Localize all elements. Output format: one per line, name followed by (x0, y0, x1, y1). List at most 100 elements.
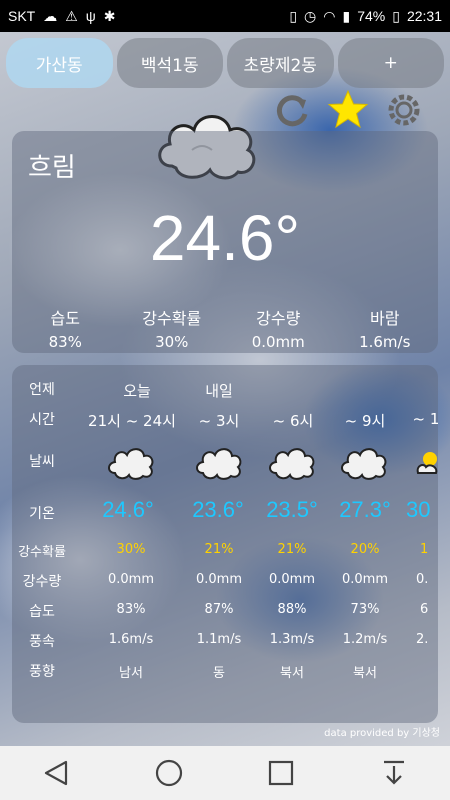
pop-cell: 21% (277, 542, 307, 557)
navigation-bar (0, 746, 450, 800)
wind-speed-cell: 1.1m/s (196, 632, 242, 647)
stat-value: 0.0mm (251, 333, 305, 351)
wind-speed-cell: 1.6m/s (108, 632, 154, 647)
vibrate-icon: ▯ (289, 8, 298, 24)
pop-cell: 1 (420, 542, 429, 557)
time-cell: ~ 1 (412, 410, 438, 428)
tab-location-3[interactable]: 초량제2동 (227, 38, 334, 88)
time-cell: 21시 ~ 24시 (88, 412, 176, 430)
alarm-icon: ◷ (304, 8, 317, 24)
tab-location-1[interactable]: 가산동 (6, 38, 113, 88)
time-cell: ~ 6시 (272, 412, 314, 430)
stat-value: 30% (155, 333, 189, 351)
temp-cell: 24.6° (102, 497, 154, 522)
stat-wind: 바람 1.6m/s (332, 305, 439, 351)
recents-icon[interactable] (256, 753, 306, 793)
battery-icon: ▯ (392, 8, 400, 24)
tab-label: 초량제2동 (243, 55, 317, 76)
pop-cell: 30% (116, 542, 146, 557)
rain-cell: 0. (416, 572, 429, 587)
stat-value: 83% (48, 333, 82, 351)
current-temperature: 24.6° (149, 202, 301, 274)
tab-label: 가산동 (35, 55, 83, 76)
location-tabs: 가산동 백석1동 초량제2동 + (6, 38, 444, 88)
day-header: 내일 (205, 382, 233, 400)
row-label: 강수확률 (18, 545, 66, 560)
temp-cell: 30 (406, 497, 431, 522)
row-label: 풍속 (29, 634, 55, 650)
toolbar (270, 88, 426, 132)
humidity-cell: 6 (420, 602, 429, 617)
pop-cell: 21% (204, 542, 234, 557)
row-label: 시간 (29, 412, 55, 428)
temp-cell: 27.3° (339, 497, 391, 522)
home-icon[interactable] (144, 753, 194, 793)
stat-label: 습도 (50, 309, 80, 328)
forecast-table[interactable]: 언제 오늘 내일 시간 21시 ~ 24시 ~ 3시 ~ 6시 ~ 9시 ~ 1… (12, 365, 438, 723)
add-location-button[interactable]: + (337, 38, 444, 88)
notification-pull-icon[interactable] (369, 753, 419, 793)
current-condition: 흐림 (28, 153, 76, 183)
row-weather: 날씨 (12, 445, 438, 481)
row-label: 풍향 (29, 664, 55, 680)
rain-cell: 0.0mm (268, 572, 315, 587)
stat-precip-amount: 강수량 0.0mm (225, 305, 332, 351)
star-icon[interactable] (326, 88, 370, 132)
settings-icon[interactable] (382, 88, 426, 132)
carrier-label: SKT (8, 8, 36, 24)
temp-cell: 23.6° (192, 497, 244, 522)
cloudy-icon (108, 448, 154, 480)
row-day: 언제 오늘 내일 (12, 373, 438, 403)
temp-cell: 23.5° (266, 497, 318, 522)
row-humidity: 습도 83% 87% 88% 73% 6 (12, 595, 438, 625)
status-bar: SKT ☁ ⚠ ψ ✱ ▯ ◷ ◠ ▮ 74% ▯ 22:31 (0, 0, 450, 32)
wind-speed-cell: 2. (416, 632, 429, 647)
current-weather-card: 흐림 24.6° 습도 83% 강수확률 30% 강수량 0.0mm 바람 1.… (12, 131, 438, 353)
row-wind-direction: 풍향 남서 동 북서 북서 (12, 655, 438, 685)
stat-label: 강수확률 (142, 309, 202, 328)
time-cell: ~ 9시 (344, 412, 386, 430)
stat-value: 1.6m/s (359, 333, 411, 351)
wind-dir-cell: 동 (213, 666, 225, 681)
humidity-cell: 87% (204, 602, 234, 617)
row-temperature: 기온 24.6° 23.6° 23.5° 27.3° 30 (12, 497, 438, 527)
back-icon[interactable] (31, 753, 81, 793)
tab-label: + (383, 53, 398, 73)
row-label: 날씨 (29, 454, 55, 470)
refresh-icon[interactable] (270, 88, 314, 132)
tab-label: 백석1동 (140, 55, 199, 76)
cloudy-icon (341, 448, 387, 480)
wind-dir-cell: 북서 (280, 666, 304, 681)
row-label: 언제 (29, 382, 55, 398)
wind-speed-cell: 1.2m/s (342, 632, 388, 647)
data-credit: data provided by 기상청 (324, 728, 440, 739)
time-cell: ~ 3시 (198, 412, 240, 430)
row-time: 시간 21시 ~ 24시 ~ 3시 ~ 6시 ~ 9시 ~ 1 (12, 403, 438, 433)
row-label: 습도 (29, 604, 55, 620)
row-label: 기온 (29, 506, 55, 522)
signal-icon: ▮ (342, 8, 351, 24)
clock: 22:31 (406, 8, 442, 24)
day-header: 오늘 (123, 382, 151, 400)
stat-label: 바람 (370, 309, 400, 328)
humidity-cell: 73% (350, 602, 380, 617)
rain-cell: 0.0mm (195, 572, 242, 587)
battery-percent: 74% (357, 8, 386, 24)
row-precip-amount: 강수량 0.0mm 0.0mm 0.0mm 0.0mm 0. (12, 565, 438, 595)
cloudy-icon (269, 448, 315, 480)
row-label: 강수량 (22, 574, 62, 590)
wind-dir-cell: 북서 (353, 666, 377, 681)
wind-dir-cell: 남서 (119, 666, 143, 681)
humidity-cell: 83% (116, 602, 146, 617)
wifi-icon: ◠ (323, 8, 336, 24)
pop-cell: 20% (350, 542, 380, 557)
warning-icon: ⚠ (65, 8, 78, 24)
stat-humidity: 습도 83% (12, 305, 119, 351)
stat-label: 강수량 (256, 309, 301, 328)
tab-location-2[interactable]: 백석1동 (116, 38, 223, 88)
row-wind-speed: 풍속 1.6m/s 1.1m/s 1.3m/s 1.2m/s 2. (12, 625, 438, 655)
current-stats: 습도 83% 강수확률 30% 강수량 0.0mm 바람 1.6m/s (12, 305, 438, 351)
usb-icon: ψ (85, 8, 96, 24)
rain-cell: 0.0mm (107, 572, 154, 587)
wind-speed-cell: 1.3m/s (269, 632, 315, 647)
